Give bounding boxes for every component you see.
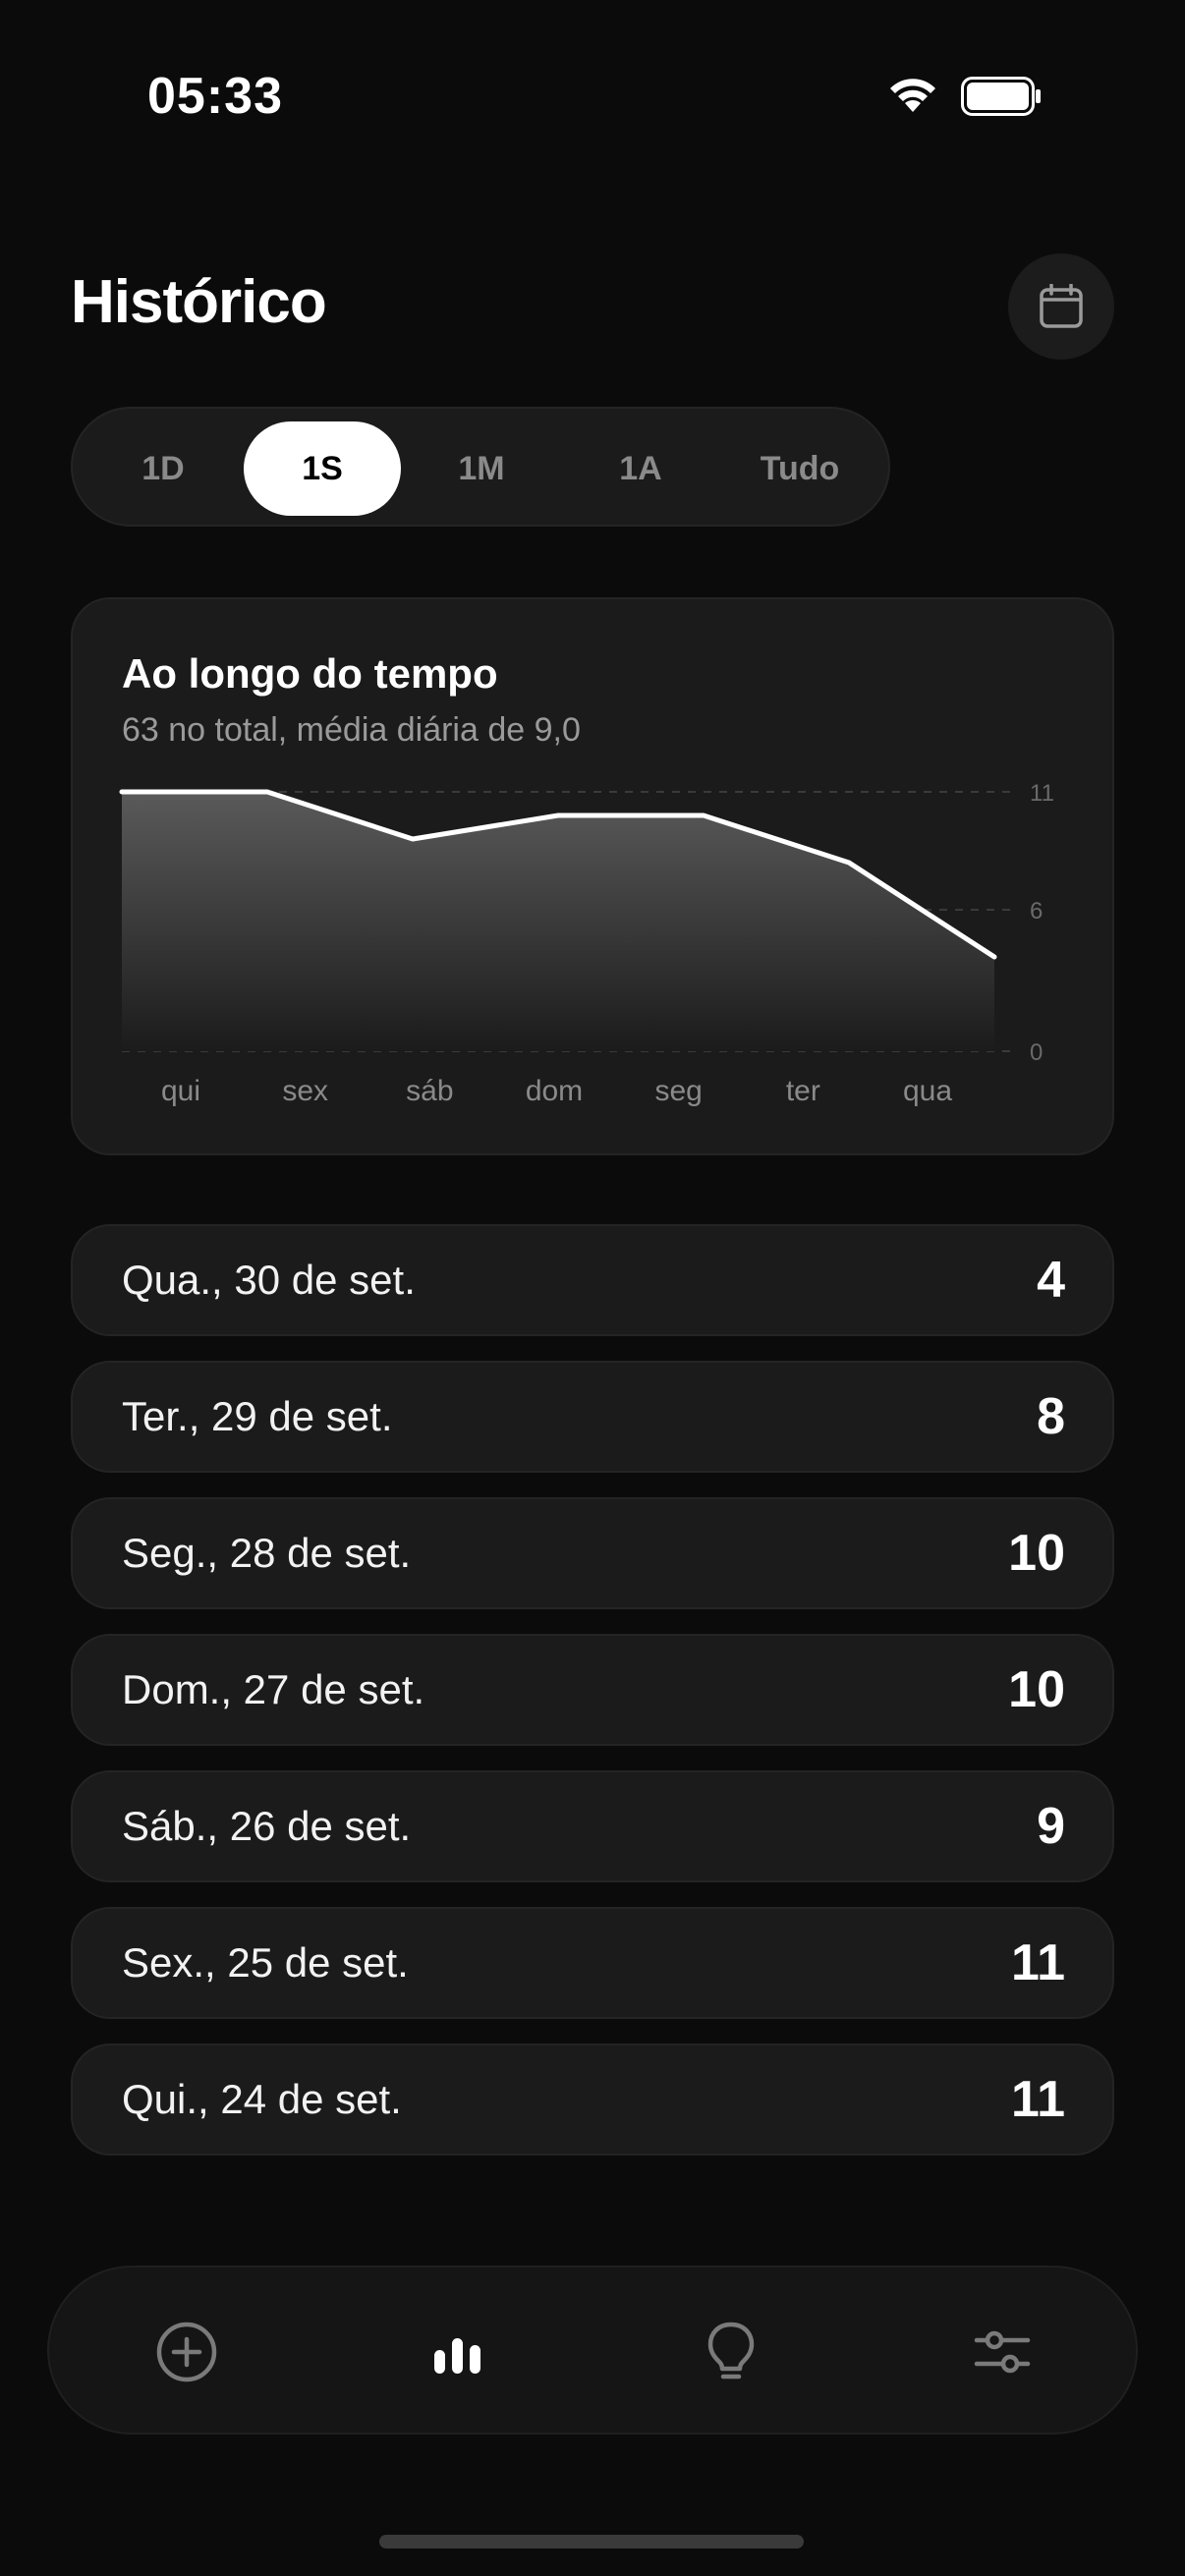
day-label: Ter., 29 de set.: [122, 1393, 393, 1439]
tab-settings[interactable]: [957, 2307, 1047, 2397]
home-indicator: [379, 2535, 804, 2548]
y-tick-label: 6: [1030, 898, 1043, 924]
y-tick-label: 0: [1030, 1039, 1043, 1066]
day-label: Seg., 28 de set.: [122, 1530, 412, 1576]
day-count: 9: [1037, 1798, 1065, 1855]
day-label: Qua., 30 de set.: [122, 1257, 416, 1303]
status-time: 05:33: [147, 68, 283, 125]
x-tick-label: sáb: [406, 1075, 453, 1107]
calendar-button[interactable]: [1008, 253, 1114, 360]
day-row[interactable]: Sáb., 26 de set. 9: [71, 1770, 1114, 1882]
day-count: 11: [1011, 1934, 1065, 1991]
battery-icon: [961, 77, 1041, 116]
day-row[interactable]: Sex., 25 de set. 11: [71, 1907, 1114, 2019]
history-screen: 05:33 Histórico 1D 1S 1M 1A Tudo Ao long…: [0, 0, 1185, 2576]
plus-circle-icon: [156, 2322, 217, 2382]
area-chart: 11 6 0 qui sex sáb dom seg ter qua: [119, 780, 1054, 1107]
wifi-icon: [890, 79, 935, 112]
tab-add[interactable]: [141, 2307, 232, 2397]
day-row[interactable]: Ter., 29 de set. 8: [71, 1361, 1114, 1473]
x-tick-label: qua: [903, 1075, 952, 1107]
calendar-icon: [1040, 284, 1083, 328]
y-tick-label: 11: [1030, 780, 1054, 807]
day-count: 8: [1037, 1388, 1065, 1445]
day-count: 10: [1008, 1661, 1065, 1718]
day-label: Dom., 27 de set.: [122, 1666, 425, 1712]
area-fill: [122, 792, 994, 1051]
day-row[interactable]: Dom., 27 de set. 10: [71, 1634, 1114, 1746]
x-tick-label: ter: [786, 1075, 820, 1107]
day-row[interactable]: Seg., 28 de set. 10: [71, 1497, 1114, 1609]
range-tab-tudo[interactable]: Tudo: [721, 421, 878, 516]
range-segmented-control: 1D 1S 1M 1A Tudo: [71, 407, 890, 527]
x-tick-label: sex: [282, 1075, 328, 1107]
day-count: 11: [1011, 2071, 1065, 2128]
day-label: Qui., 24 de set.: [122, 2076, 402, 2122]
x-tick-label: dom: [526, 1075, 583, 1107]
bar-chart-icon: [434, 2338, 480, 2374]
page-title: Histórico: [71, 268, 327, 336]
day-row[interactable]: Qui., 24 de set. 11: [71, 2044, 1114, 2156]
day-count: 4: [1037, 1252, 1065, 1309]
range-tab-1a[interactable]: 1A: [562, 421, 719, 516]
sliders-icon: [974, 2330, 1031, 2374]
tab-insights[interactable]: [686, 2307, 776, 2397]
tab-bar: [47, 2266, 1138, 2435]
chart-card: Ao longo do tempo 63 no total, média diá…: [71, 597, 1114, 1155]
range-tab-1d[interactable]: 1D: [85, 421, 242, 516]
day-row[interactable]: Qua., 30 de set. 4: [71, 1224, 1114, 1336]
lightbulb-icon: [707, 2322, 755, 2380]
day-count: 10: [1008, 1525, 1065, 1582]
day-label: Sex., 25 de set.: [122, 1939, 409, 1986]
x-tick-label: qui: [161, 1075, 200, 1107]
range-tab-1s[interactable]: 1S: [244, 421, 401, 516]
day-label: Sáb., 26 de set.: [122, 1803, 412, 1849]
range-tab-1m[interactable]: 1M: [403, 421, 560, 516]
x-tick-label: seg: [654, 1075, 702, 1107]
tab-history[interactable]: [413, 2307, 503, 2397]
